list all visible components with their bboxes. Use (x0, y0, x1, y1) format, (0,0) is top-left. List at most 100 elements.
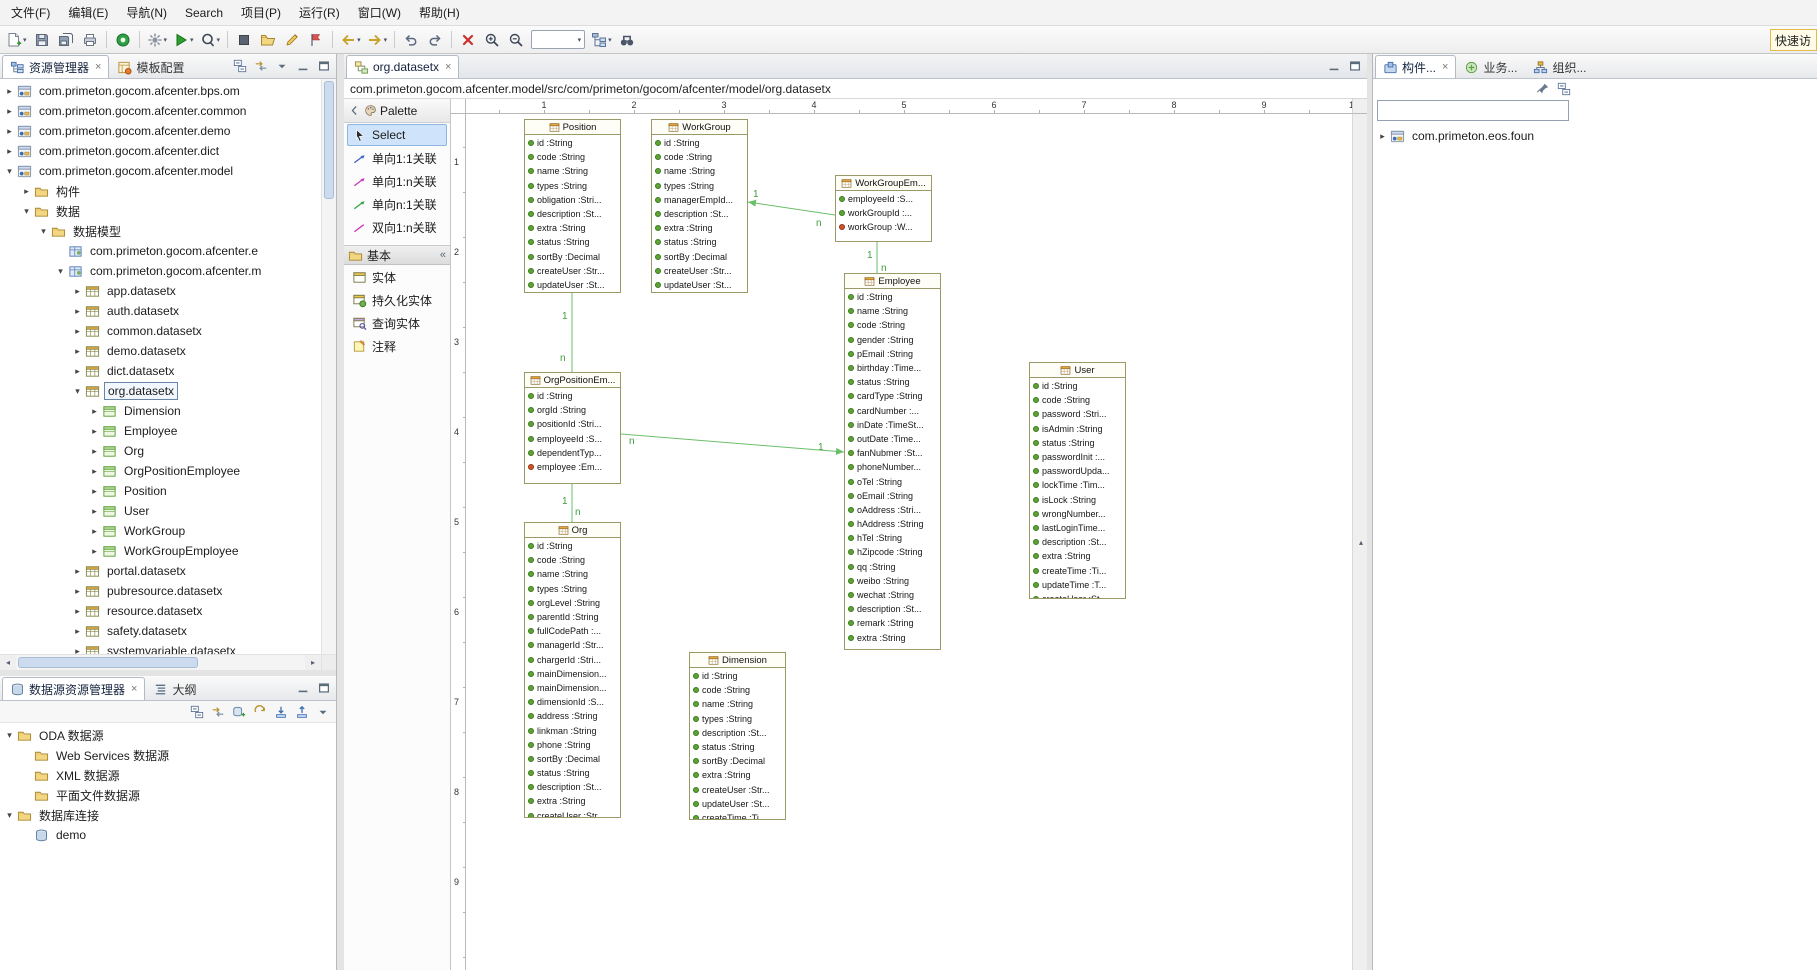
entity-field[interactable]: employeeId :S... (836, 192, 931, 206)
entity-field[interactable]: managerId :Str... (525, 638, 620, 652)
entity-field[interactable]: code :String (652, 150, 747, 164)
tree-item[interactable]: demo (0, 825, 336, 845)
tab-business[interactable]: 业务... (1456, 55, 1525, 78)
component-search-input[interactable] (1377, 100, 1569, 121)
palette-tool-rel-1-1[interactable]: 单向1:1关联 (347, 147, 447, 169)
expand-arrow-icon[interactable]: ▸ (71, 366, 84, 377)
entity-field[interactable]: obligation :Stri... (525, 193, 620, 207)
delete-button[interactable] (457, 28, 479, 51)
entity-field[interactable]: phoneNumber... (845, 460, 940, 474)
entity-field[interactable]: id :String (845, 290, 940, 304)
entity-field[interactable]: cardNumber :... (845, 404, 940, 418)
new-button[interactable]: ▾ (4, 28, 29, 51)
tree-item[interactable]: ▾org.datasetx (0, 381, 336, 401)
scroll-up-button[interactable]: ▴ (1353, 114, 1367, 970)
entity-field[interactable]: createUser :St... (1030, 592, 1125, 599)
expand-arrow-icon[interactable]: ▸ (88, 546, 101, 557)
scroll-right-button[interactable]: ▸ (305, 655, 321, 670)
entity-field[interactable]: createUser :Str... (652, 264, 747, 278)
entity-field[interactable]: employee :Em... (525, 460, 620, 474)
tree-item[interactable]: Web Services 数据源 (0, 745, 336, 765)
flag-button[interactable] (305, 28, 327, 51)
menu-window[interactable]: 窗口(W) (349, 0, 410, 25)
tree-item[interactable]: com.primeton.gocom.afcenter.e (0, 241, 336, 261)
entity-field[interactable]: updateTime :T... (1030, 578, 1125, 592)
tree-item[interactable]: ▾数据库连接 (0, 805, 336, 825)
entity-field[interactable]: isLock :String (1030, 493, 1125, 507)
entity-field[interactable]: code :String (845, 318, 940, 332)
entity-field[interactable]: dependentTyp... (525, 446, 620, 460)
tree-item[interactable]: ▸com.primeton.eos.foun (1373, 126, 1817, 146)
entity-field[interactable]: birthday :Time... (845, 361, 940, 375)
zoom-in-button[interactable] (481, 28, 503, 51)
entity-field[interactable]: employeeId :S... (525, 432, 620, 446)
entity-field[interactable]: outDate :Time... (845, 432, 940, 446)
entity-field[interactable]: cardType :String (845, 389, 940, 403)
palette-tool-select[interactable]: Select (347, 124, 447, 146)
palette-tool-query-entity[interactable]: 查询实体 (347, 312, 447, 334)
entity-field[interactable]: lockTime :Tim... (1030, 478, 1125, 492)
entity-field[interactable]: name :String (690, 697, 785, 711)
entity-field[interactable]: sortBy :Decimal (525, 752, 620, 766)
collapse-all-button[interactable] (230, 57, 249, 76)
entity-field[interactable]: passwordUpda... (1030, 464, 1125, 478)
server-button[interactable] (112, 28, 134, 51)
palette-tool-rel-bi[interactable]: 双向1:n关联 (347, 216, 447, 238)
expand-arrow-icon[interactable]: ▸ (88, 486, 101, 497)
entity-field[interactable]: orgLevel :String (525, 596, 620, 610)
palette-tool-rel-1-n[interactable]: 单向1:n关联 (347, 170, 447, 192)
entity-field[interactable]: passwordInit :... (1030, 450, 1125, 464)
close-icon[interactable]: × (95, 62, 101, 73)
entity-field[interactable]: fullCodePath :... (525, 624, 620, 638)
palette-header[interactable]: Palette (344, 99, 450, 123)
expand-arrow-icon[interactable]: ▸ (71, 306, 84, 317)
entity-field[interactable]: status :String (652, 235, 747, 249)
entity-header[interactable]: Dimension (690, 653, 785, 668)
minimize-button[interactable] (293, 679, 312, 698)
expand-arrow-icon[interactable]: ▸ (3, 106, 16, 117)
explorer-horizontal-scrollbar[interactable]: ◂ ▸ (0, 654, 336, 670)
new-connection-button[interactable] (229, 702, 248, 721)
menu-project[interactable]: 项目(P) (232, 0, 290, 25)
tree-item[interactable]: ▸systemvariable.datasetx (0, 641, 336, 654)
tree-item[interactable]: ▸resource.datasetx (0, 601, 336, 621)
entity-field[interactable]: createTime :Ti... (690, 811, 785, 820)
tree-item[interactable]: ▸pubresource.datasetx (0, 581, 336, 601)
entity-field[interactable]: parentId :String (525, 610, 620, 624)
entity-field[interactable]: description :St... (652, 207, 747, 221)
entity-user[interactable]: Userid :Stringcode :Stringpassword :Stri… (1029, 362, 1126, 599)
maximize-button[interactable] (1345, 57, 1364, 76)
expand-arrow-icon[interactable]: ▸ (3, 86, 16, 97)
tree-item[interactable]: ▾数据 (0, 201, 336, 221)
expand-arrow-icon[interactable]: ▸ (88, 526, 101, 537)
expand-arrow-icon[interactable]: ▸ (3, 146, 16, 157)
expand-arrow-icon[interactable]: ▸ (71, 586, 84, 597)
tree-item[interactable]: 平面文件数据源 (0, 785, 336, 805)
tree-item[interactable]: ▸app.datasetx (0, 281, 336, 301)
annotate-button[interactable] (281, 28, 303, 51)
entity-field[interactable]: description :St... (845, 602, 940, 616)
collapse-arrow-icon[interactable]: ▾ (20, 206, 33, 217)
tab-outline[interactable]: 大纲 (145, 677, 204, 700)
tree-item[interactable]: ▸User (0, 501, 336, 521)
entity-field[interactable]: sortBy :Decimal (690, 754, 785, 768)
entity-field[interactable]: id :String (525, 389, 620, 403)
expand-arrow-icon[interactable]: ▸ (88, 426, 101, 437)
expand-arrow-icon[interactable]: ▸ (71, 346, 84, 357)
tree-item[interactable]: ▸portal.datasetx (0, 561, 336, 581)
entity-field[interactable]: createUser :Str... (525, 264, 620, 278)
save-all-button[interactable] (55, 28, 77, 51)
collapse-group-icon[interactable]: « (440, 249, 446, 261)
zoom-combo[interactable]: ▾ (531, 30, 585, 49)
entity-field[interactable]: updateUser :St... (525, 278, 620, 292)
tree-item[interactable]: ▾ODA 数据源 (0, 725, 336, 745)
export-button[interactable] (292, 702, 311, 721)
entity-field[interactable]: qq :String (845, 560, 940, 574)
entity-field[interactable]: remark :String (845, 616, 940, 630)
entity-field[interactable]: extra :String (845, 631, 940, 645)
redo-button[interactable] (424, 28, 446, 51)
expand-arrow-icon[interactable]: ▸ (88, 466, 101, 477)
tree-item[interactable]: ▾数据模型 (0, 221, 336, 241)
menu-navigate[interactable]: 导航(N) (117, 0, 176, 25)
tree-item[interactable]: ▸auth.datasetx (0, 301, 336, 321)
